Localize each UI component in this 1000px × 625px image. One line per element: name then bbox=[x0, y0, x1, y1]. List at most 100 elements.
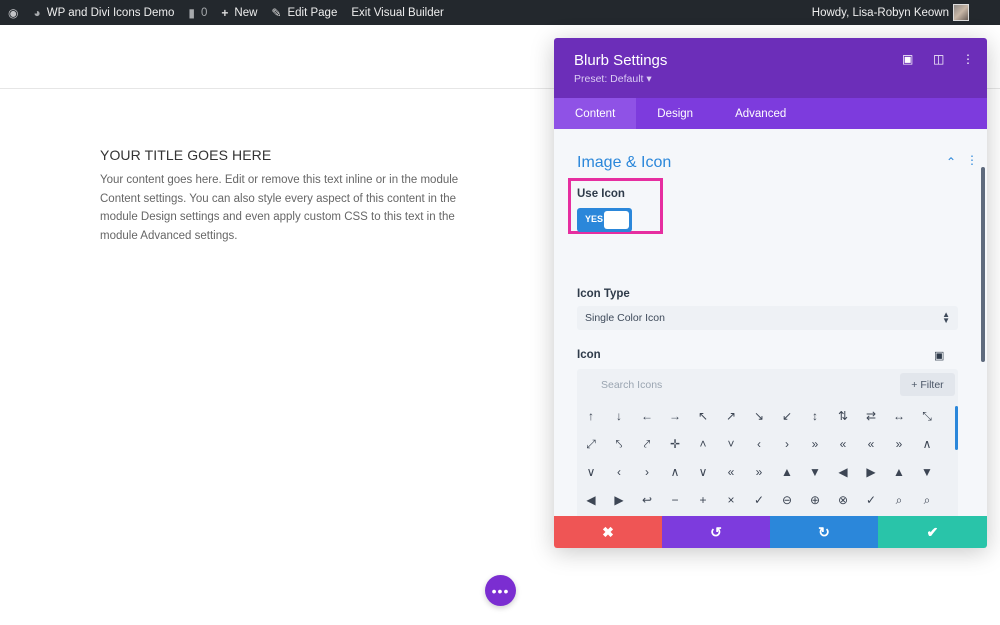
plus-icon: + bbox=[221, 5, 229, 20]
section-options-icon[interactable]: ⋮ bbox=[966, 153, 978, 167]
icon-option[interactable]: ↕ bbox=[801, 402, 829, 430]
icon-option[interactable]: → bbox=[661, 402, 689, 430]
icon-option[interactable]: ↓ bbox=[605, 402, 633, 430]
icon-option[interactable]: ⊖ bbox=[773, 486, 801, 514]
wordpress-icon: ◉ bbox=[8, 5, 19, 20]
avatar[interactable] bbox=[953, 4, 969, 21]
icon-option[interactable]: ✛ bbox=[661, 430, 689, 458]
icon-option[interactable]: ⤢ bbox=[577, 430, 605, 458]
icon-option[interactable]: + bbox=[689, 486, 717, 514]
icon-option[interactable]: ◀ bbox=[577, 486, 605, 514]
edit-page-link[interactable]: ✎ Edit Page bbox=[264, 0, 344, 25]
icon-option[interactable]: − bbox=[661, 486, 689, 514]
icon-option[interactable]: ← bbox=[633, 402, 661, 430]
tab-content[interactable]: Content bbox=[554, 98, 637, 129]
icon-option[interactable]: » bbox=[801, 430, 829, 458]
icon-option[interactable]: ↗ bbox=[717, 402, 745, 430]
save-button[interactable]: ✔ bbox=[878, 516, 987, 548]
search-icons-input[interactable]: Search Icons bbox=[601, 379, 662, 391]
chevron-up-icon[interactable]: ⌃ bbox=[946, 155, 956, 169]
modal-title: Blurb Settings bbox=[574, 52, 668, 69]
icon-option[interactable]: ▼ bbox=[913, 458, 941, 486]
icon-option[interactable]: ⌕ bbox=[885, 486, 913, 514]
preset-dropdown[interactable]: Preset: Default ▾ bbox=[574, 73, 652, 85]
blurb-body[interactable]: Your content goes here. Edit or remove t… bbox=[100, 171, 480, 245]
comment-icon: ▮ bbox=[188, 5, 195, 20]
icon-option[interactable]: ✓ bbox=[745, 486, 773, 514]
icon-option[interactable]: ▲ bbox=[773, 458, 801, 486]
icon-option[interactable]: ∧ bbox=[913, 430, 941, 458]
icon-option[interactable]: ⤣ bbox=[605, 430, 633, 458]
icon-option[interactable]: « bbox=[717, 458, 745, 486]
icon-option[interactable]: ▶ bbox=[857, 458, 885, 486]
icon-grid-scrollbar[interactable] bbox=[955, 406, 958, 450]
icon-label: Icon bbox=[577, 349, 601, 361]
icon-option[interactable]: › bbox=[773, 430, 801, 458]
wordpress-logo-button[interactable]: ◉ bbox=[0, 0, 26, 25]
icon-option[interactable]: ✓ bbox=[857, 486, 885, 514]
icon-type-select[interactable]: Single Color Icon ▲ ▼ bbox=[577, 306, 958, 330]
section-title[interactable]: Image & Icon bbox=[577, 154, 671, 172]
icon-option[interactable]: › bbox=[633, 458, 661, 486]
icon-option[interactable]: ↩ bbox=[633, 486, 661, 514]
icon-option[interactable]: ⇄ bbox=[857, 402, 885, 430]
tab-design[interactable]: Design bbox=[636, 98, 714, 129]
icon-option[interactable]: » bbox=[885, 430, 913, 458]
new-content-link[interactable]: + New bbox=[214, 0, 264, 25]
icon-option[interactable]: ∨ bbox=[577, 458, 605, 486]
icon-option[interactable]: » bbox=[745, 458, 773, 486]
use-icon-label: Use Icon bbox=[577, 188, 625, 200]
icon-grid-row: ◀ ▶ ↩ − + × ✓ ⊖ ⊕ ⊗ ✓ ⌕ ⌕ bbox=[577, 486, 958, 514]
filter-button[interactable]: + Filter bbox=[900, 373, 955, 396]
site-name-link[interactable]: ◕ WP and Divi Icons Demo bbox=[26, 0, 181, 25]
modal-scrollbar[interactable] bbox=[981, 167, 985, 362]
icon-option[interactable]: ↖ bbox=[689, 402, 717, 430]
icon-option[interactable]: ⊗ bbox=[829, 486, 857, 514]
icon-option[interactable]: ◀ bbox=[829, 458, 857, 486]
icon-option[interactable]: ▼ bbox=[801, 458, 829, 486]
columns-icon[interactable]: ◫ bbox=[933, 52, 944, 66]
icon-option[interactable]: ∧ bbox=[661, 458, 689, 486]
expand-icon[interactable]: ▣ bbox=[934, 349, 944, 362]
icon-option[interactable]: ⇅ bbox=[829, 402, 857, 430]
icon-option[interactable]: × bbox=[717, 486, 745, 514]
builder-menu-button[interactable]: ••• bbox=[485, 575, 516, 606]
fullscreen-icon[interactable]: ▣ bbox=[902, 52, 913, 66]
admin-bar: ◉ ◕ WP and Divi Icons Demo ▮ 0 + New ✎ E… bbox=[0, 0, 1000, 25]
icon-option[interactable]: ‹ bbox=[745, 430, 773, 458]
comments-link[interactable]: ▮ 0 bbox=[181, 0, 214, 25]
icon-option[interactable]: ↔ bbox=[885, 402, 913, 430]
undo-button[interactable]: ↺ bbox=[662, 516, 770, 548]
icon-option[interactable]: ↘ bbox=[745, 402, 773, 430]
modal-header: Blurb Settings Preset: Default ▾ ▣ ◫ ⋮ bbox=[554, 38, 987, 98]
more-options-icon[interactable]: ⋮ bbox=[962, 52, 974, 66]
icon-option[interactable]: ∨ bbox=[689, 458, 717, 486]
settings-tabs: Content Design Advanced bbox=[554, 98, 987, 129]
exit-visual-builder-link[interactable]: Exit Visual Builder bbox=[344, 0, 450, 25]
icon-option[interactable]: ⤡ bbox=[913, 402, 941, 430]
pencil-icon: ✎ bbox=[271, 5, 282, 20]
edit-page-label: Edit Page bbox=[287, 6, 338, 19]
icon-option[interactable]: ˅ bbox=[717, 430, 745, 458]
icon-option[interactable]: ⌕ bbox=[913, 486, 941, 514]
modal-footer: ✖ ↺ ↻ ✔ bbox=[554, 516, 987, 548]
icon-option[interactable]: ‹ bbox=[605, 458, 633, 486]
icon-option[interactable]: ˄ bbox=[689, 430, 717, 458]
blurb-title[interactable]: YOUR TITLE GOES HERE bbox=[100, 147, 271, 163]
icon-option[interactable]: ▲ bbox=[885, 458, 913, 486]
icon-option[interactable]: ↑ bbox=[577, 402, 605, 430]
icon-option[interactable]: « bbox=[829, 430, 857, 458]
cancel-button[interactable]: ✖ bbox=[554, 516, 662, 548]
comments-count: 0 bbox=[200, 6, 208, 19]
redo-button[interactable]: ↻ bbox=[770, 516, 878, 548]
icon-option[interactable]: ⊕ bbox=[801, 486, 829, 514]
icon-option[interactable]: ⤤ bbox=[633, 430, 661, 458]
icon-grid-row: ↑ ↓ ← → ↖ ↗ ↘ ↙ ↕ ⇅ ⇄ ↔ ⤡ bbox=[577, 402, 958, 430]
icon-option[interactable]: ↙ bbox=[773, 402, 801, 430]
icon-option[interactable]: ▶ bbox=[605, 486, 633, 514]
account-menu[interactable]: Howdy, Lisa-Robyn Keown bbox=[805, 0, 956, 25]
tab-advanced[interactable]: Advanced bbox=[714, 98, 807, 129]
use-icon-toggle[interactable]: YES bbox=[577, 208, 632, 232]
blurb-settings-modal: Blurb Settings Preset: Default ▾ ▣ ◫ ⋮ C… bbox=[554, 38, 987, 548]
icon-option[interactable]: « bbox=[857, 430, 885, 458]
